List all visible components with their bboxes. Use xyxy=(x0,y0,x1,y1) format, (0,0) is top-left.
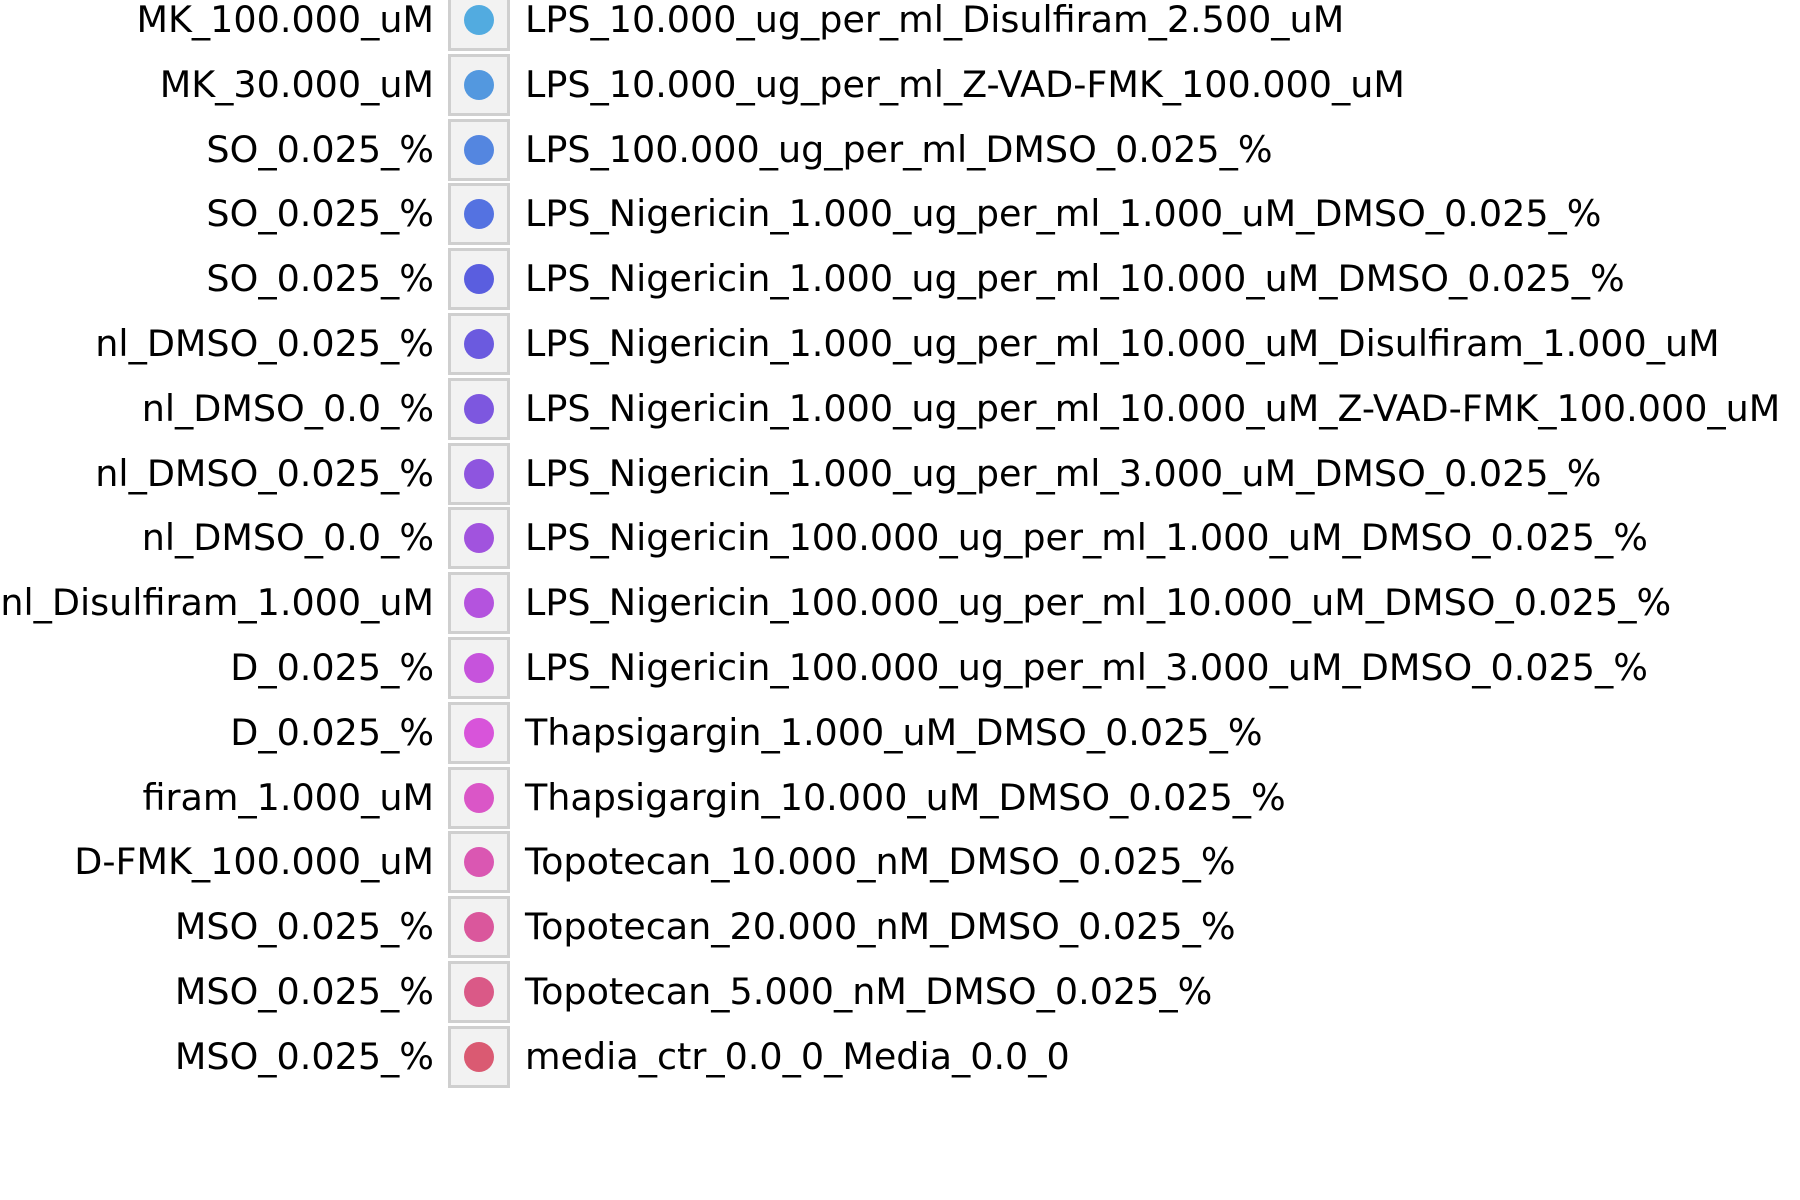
legend-marker-dot xyxy=(464,264,494,295)
legend-entry: media_ctr_0.0_0_Media_0.0_0 xyxy=(448,1023,1070,1091)
legend-marker-dot xyxy=(464,782,494,813)
legend-entry-label: Thapsigargin_1.000_uM_DMSO_0.025_% xyxy=(525,710,1263,754)
legend-entry: LPS_10.000_ug_per_ml_Disulfiram_2.500_uM xyxy=(448,0,1344,54)
legend-entry-label: LPS_100.000_ug_per_ml_DMSO_0.025_% xyxy=(525,127,1273,171)
legend-entry: LPS_Nigericin_1.000_ug_per_ml_10.000_uM_… xyxy=(448,310,1720,378)
legend-swatch xyxy=(448,701,510,764)
legend-entry-label: nl_DMSO_0.025_% xyxy=(95,322,434,365)
legend: MK_100.000_uM MK_30.000_uM SO_0.025_% SO_0.… xyxy=(0,0,1800,1200)
legend-swatch xyxy=(448,961,510,1023)
legend-swatch xyxy=(448,0,510,51)
legend-left-column: MK_100.000_uM MK_30.000_uM SO_0.025_% SO_0.… xyxy=(0,0,450,1200)
legend-entry-label: D_0.025_% xyxy=(230,710,434,754)
legend-entry: LPS_Nigericin_1.000_ug_per_ml_3.000_uM_D… xyxy=(448,440,1601,508)
legend-entry-label: LPS_Nigericin_1.000_ug_per_ml_10.000_uM_… xyxy=(525,322,1720,365)
legend-entry-label: LPS_Nigericin_1.000_ug_per_ml_1.000_uM_D… xyxy=(525,192,1602,236)
legend-entry-label: MSO_0.025_% xyxy=(174,905,434,949)
legend-entry-label: nl_DMSO_0.025_% xyxy=(95,451,434,495)
legend-entry-label: LPS_Nigericin_100.000_ug_per_ml_1.000_uM… xyxy=(525,516,1648,560)
legend-marker-dot xyxy=(464,458,494,489)
legend-marker-dot xyxy=(464,523,494,554)
legend-entry: LPS_Nigericin_1.000_ug_per_ml_10.000_uM_… xyxy=(448,245,1625,313)
legend-swatch xyxy=(448,637,510,699)
legend-swatch xyxy=(448,248,510,311)
legend-entry: LPS_Nigericin_1.000_ug_per_ml_10.000_uM_… xyxy=(448,375,1780,443)
legend-marker-dot xyxy=(464,977,494,1007)
legend-entry-label: nl_DMSO_0.0_% xyxy=(141,516,434,560)
legend-marker-dot xyxy=(464,329,494,359)
legend-entry-label: Topotecan_10.000_nM_DMSO_0.025_% xyxy=(525,840,1236,884)
legend-marker-dot xyxy=(464,717,494,748)
legend-marker-dot xyxy=(464,199,494,230)
legend-entry: Thapsigargin_1.000_uM_DMSO_0.025_% xyxy=(448,699,1263,767)
legend-entry-label: SO_0.025_% xyxy=(206,257,434,301)
legend-swatch xyxy=(448,1025,510,1088)
legend-swatch xyxy=(448,507,510,570)
legend-marker-dot xyxy=(464,653,494,683)
legend-swatch xyxy=(448,377,510,440)
legend-entry: LPS_Nigericin_100.000_ug_per_ml_1.000_uM… xyxy=(448,504,1648,572)
legend-entry-label: SO_0.025_% xyxy=(206,127,434,171)
legend-entry-label: D-FMK_100.000_uM xyxy=(74,840,434,884)
legend-swatch xyxy=(448,572,510,635)
legend-entry-label: MSO_0.025_% xyxy=(174,1034,434,1078)
legend-entry-label: LPS_Nigericin_1.000_ug_per_ml_3.000_uM_D… xyxy=(525,451,1602,495)
legend-marker-dot xyxy=(464,5,494,35)
legend-entry-label: LPS_Nigericin_1.000_ug_per_ml_10.000_uM_… xyxy=(525,386,1781,430)
legend-entry-label: LPS_Nigericin_100.000_ug_per_ml_10.000_u… xyxy=(525,581,1672,625)
legend-entry-label: LPS_10.000_ug_per_ml_Disulfiram_2.500_uM xyxy=(525,0,1345,41)
legend-swatch xyxy=(448,313,510,375)
legend-entry-label: LPS_10.000_ug_per_ml_Z-VAD-FMK_100.000_u… xyxy=(525,62,1405,106)
legend-swatch xyxy=(448,118,510,181)
legend-marker-dot xyxy=(464,588,494,619)
legend-entry-label: media_ctr_0.0_0_Media_0.0_0 xyxy=(525,1034,1070,1078)
legend-entry-label: D_0.025_% xyxy=(230,646,434,689)
legend-entry: LPS_Nigericin_100.000_ug_per_ml_10.000_u… xyxy=(448,569,1671,637)
legend-marker-dot xyxy=(464,134,494,165)
legend-entry-label: LPS_Nigericin_100.000_ug_per_ml_3.000_uM… xyxy=(525,646,1648,689)
legend-swatch xyxy=(448,831,510,894)
legend-swatch xyxy=(448,896,510,959)
legend-entry-label: Topotecan_20.000_nM_DMSO_0.025_% xyxy=(525,905,1236,949)
legend-entry-label: MK_30.000_uM xyxy=(159,62,434,106)
legend-swatch xyxy=(448,766,510,829)
legend-entry: LPS_Nigericin_100.000_ug_per_ml_3.000_uM… xyxy=(448,634,1648,702)
legend-marker-dot xyxy=(464,1041,494,1072)
legend-entry: LPS_100.000_ug_per_ml_DMSO_0.025_% xyxy=(448,116,1273,184)
legend-swatch xyxy=(448,183,510,246)
legend-entry-label: nl_DMSO_0.0_% xyxy=(141,386,434,430)
legend-entry-label: nl_Disulfiram_1.000_uM xyxy=(0,581,434,625)
legend-entry: Topotecan_10.000_nM_DMSO_0.025_% xyxy=(448,828,1236,896)
legend-marker-dot xyxy=(464,69,494,100)
legend-entry-label: Topotecan_5.000_nM_DMSO_0.025_% xyxy=(525,970,1213,1013)
legend-entry: Topotecan_5.000_nM_DMSO_0.025_% xyxy=(448,958,1212,1026)
legend-entry: Topotecan_20.000_nM_DMSO_0.025_% xyxy=(448,893,1236,961)
legend-entry-label: firam_1.000_uM xyxy=(142,775,434,819)
legend-entry-label: MSO_0.025_% xyxy=(174,970,434,1013)
legend-entry: Thapsigargin_10.000_uM_DMSO_0.025_% xyxy=(448,764,1286,832)
legend-marker-dot xyxy=(464,393,494,424)
legend-entry: LPS_10.000_ug_per_ml_Z-VAD-FMK_100.000_u… xyxy=(448,51,1405,119)
legend-entry-label: MK_100.000_uM xyxy=(136,0,435,41)
legend-marker-dot xyxy=(464,912,494,943)
legend-entry-label: SO_0.025_% xyxy=(206,192,434,236)
legend-swatch xyxy=(448,53,510,116)
legend-swatch xyxy=(448,442,510,505)
legend-marker-dot xyxy=(464,847,494,878)
legend-entry-label: LPS_Nigericin_1.000_ug_per_ml_10.000_uM_… xyxy=(525,257,1625,301)
legend-entry-label: Thapsigargin_10.000_uM_DMSO_0.025_% xyxy=(525,775,1286,819)
legend-entry: LPS_Nigericin_1.000_ug_per_ml_1.000_uM_D… xyxy=(448,180,1601,248)
